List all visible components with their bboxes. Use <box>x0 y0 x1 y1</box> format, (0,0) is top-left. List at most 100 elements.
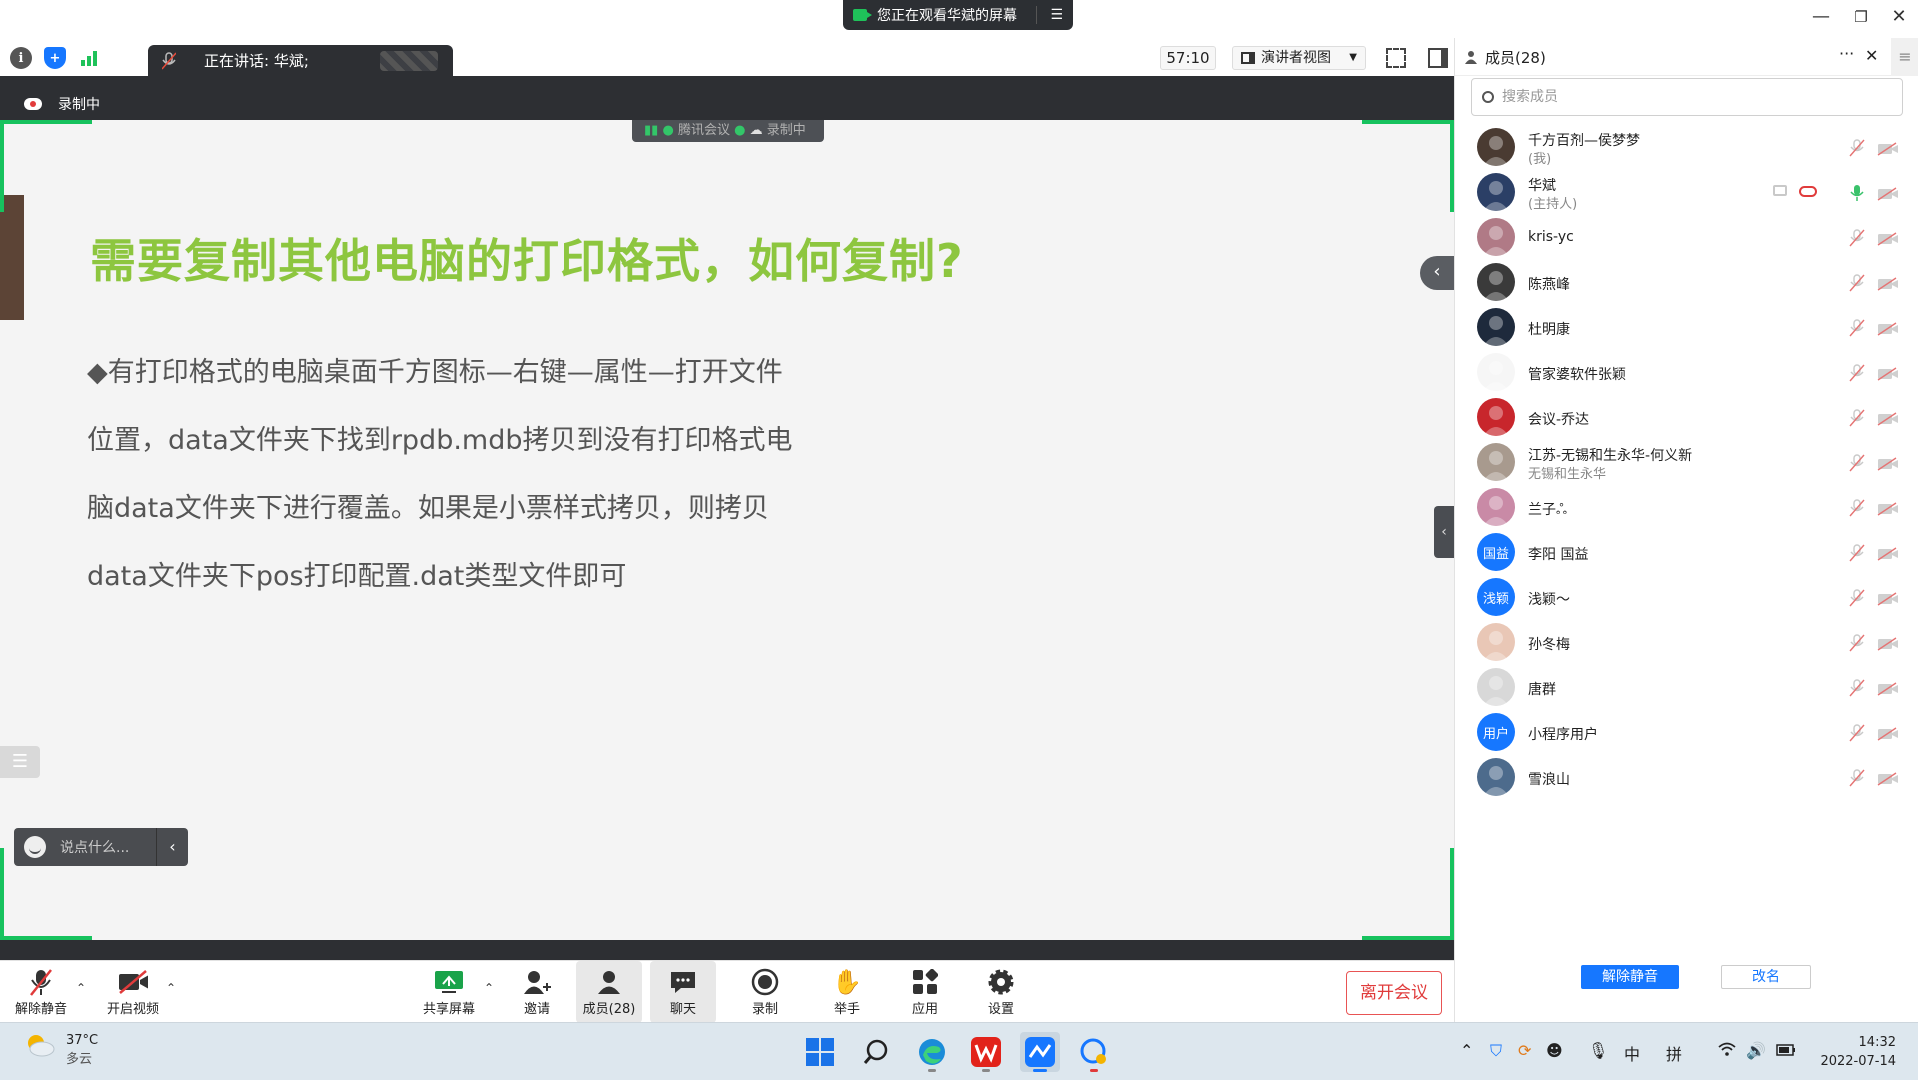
volume-icon[interactable]: 🔊 <box>1746 1041 1766 1060</box>
muted-mic-icon <box>26 968 56 996</box>
camera-off-icon[interactable] <box>1877 411 1899 426</box>
wps-office-icon[interactable] <box>966 1032 1006 1072</box>
sidebar-toggle-icon[interactable] <box>1428 48 1448 68</box>
close-panel-button[interactable]: ✕ <box>1865 46 1878 65</box>
tencent-meeting-icon[interactable] <box>1020 1032 1060 1072</box>
view-mode-dropdown[interactable]: 演讲者视图 ▼ <box>1232 46 1366 70</box>
mic-on-icon[interactable] <box>1849 184 1865 202</box>
mic-muted-icon[interactable] <box>1849 229 1865 247</box>
avatar <box>1477 668 1515 706</box>
start-menu-icon[interactable] <box>800 1032 840 1072</box>
mic-muted-icon[interactable] <box>1849 544 1865 562</box>
edge-browser-icon[interactable] <box>912 1032 952 1072</box>
security-tray-icon[interactable]: ⛉ <box>1490 1041 1502 1061</box>
apps-button[interactable]: 应用 <box>902 961 948 1023</box>
weather-widget[interactable]: 37°C 多云 <box>22 1033 98 1067</box>
camera-off-icon[interactable] <box>1877 546 1899 561</box>
camera-off-icon[interactable] <box>1877 636 1899 651</box>
microphone-tray-icon[interactable]: 🎙 <box>1588 1041 1608 1060</box>
wifi-icon[interactable] <box>1718 1041 1736 1060</box>
unmute-button[interactable]: 解除静音 <box>10 961 72 1023</box>
battery-icon[interactable] <box>1776 1041 1796 1060</box>
raise-hand-button[interactable]: ✋ 举手 <box>824 961 870 1023</box>
app-running-indicator <box>928 1069 936 1072</box>
sharing-screen-icon <box>1773 185 1787 196</box>
app-running-indicator <box>982 1069 990 1072</box>
share-options-chevron-icon[interactable]: ⌃ <box>484 981 494 995</box>
members-panel-header: 成员(28) ··· ✕ ≡ <box>1455 38 1918 76</box>
info-icon[interactable]: i <box>10 47 32 69</box>
member-name: kris-yc <box>1528 229 1574 245</box>
security-shield-icon[interactable]: + <box>44 47 66 69</box>
share-menu-icon[interactable]: ☰ <box>1050 7 1063 23</box>
mic-muted-icon[interactable] <box>1849 769 1865 787</box>
ime-language-indicator[interactable]: 中 <box>1624 1041 1640 1065</box>
badge-app-name: 腾讯会议 <box>677 123 730 138</box>
cloud-record-icon <box>24 98 42 110</box>
mic-muted-icon[interactable] <box>1849 634 1865 652</box>
signal-icon[interactable] <box>78 47 100 69</box>
collapse-video-button[interactable]: ‹ <box>1420 256 1454 290</box>
emoji-icon[interactable] <box>24 836 46 858</box>
mic-muted-icon[interactable] <box>1849 409 1865 427</box>
avatar: 用户 <box>1477 713 1515 751</box>
settings-button[interactable]: 设置 <box>978 961 1024 1023</box>
members-button[interactable]: 成员(28) <box>576 961 642 1023</box>
member-search-input[interactable]: 搜索成员 <box>1471 78 1903 116</box>
avatar <box>1477 758 1515 796</box>
restore-button[interactable]: ❐ <box>1846 8 1876 26</box>
camera-off-icon[interactable] <box>1877 456 1899 471</box>
camera-off-icon[interactable] <box>1877 141 1899 156</box>
badge-rec-label: 录制中 <box>766 123 806 138</box>
camera-off-icon[interactable] <box>1877 591 1899 606</box>
camera-off-icon[interactable] <box>1877 501 1899 516</box>
camera-off-icon[interactable] <box>1877 276 1899 291</box>
member-name: 唐群 <box>1528 682 1556 698</box>
leave-meeting-button[interactable]: 离开会议 <box>1346 971 1442 1015</box>
unmute-all-button[interactable]: 解除静音 <box>1581 965 1679 989</box>
video-options-chevron-icon[interactable]: ⌃ <box>166 981 176 995</box>
chevron-left-icon[interactable]: ‹ <box>156 828 188 866</box>
screen-share-notice[interactable]: 您正在观看华斌的屏幕 ☰ <box>843 0 1073 30</box>
camera-off-icon[interactable] <box>1877 726 1899 741</box>
ime-mode-indicator[interactable]: 拼 <box>1666 1041 1682 1065</box>
camera-off-icon[interactable] <box>1877 681 1899 696</box>
mic-muted-icon[interactable] <box>1849 319 1865 337</box>
search-icon[interactable] <box>856 1032 896 1072</box>
mic-muted-icon[interactable] <box>1849 139 1865 157</box>
qq-tray-icon[interactable]: ☻ <box>1546 1041 1563 1060</box>
list-menu-icon[interactable]: ☰ <box>0 746 40 778</box>
show-hidden-icons-chevron-icon[interactable]: ⌃ <box>1460 1041 1473 1060</box>
close-window-button[interactable]: ✕ <box>1884 6 1914 27</box>
mic-muted-icon[interactable] <box>1849 454 1865 472</box>
fullscreen-icon[interactable] <box>1386 48 1406 68</box>
mic-muted-icon[interactable] <box>1849 364 1865 382</box>
invite-button[interactable]: 邀请 <box>512 961 562 1023</box>
mic-muted-icon[interactable] <box>1849 679 1865 697</box>
mic-muted-icon[interactable] <box>1849 589 1865 607</box>
share-screen-button[interactable]: 共享屏幕 <box>418 961 480 1023</box>
camera-off-icon[interactable] <box>1877 366 1899 381</box>
member-name: 李阳 国益 <box>1528 547 1589 563</box>
minimize-button[interactable]: — <box>1806 6 1836 27</box>
chat-button[interactable]: 聊天 <box>650 961 716 1023</box>
more-options-icon[interactable]: ··· <box>1839 44 1854 63</box>
panel-menu-icon[interactable]: ≡ <box>1891 38 1918 76</box>
audio-options-chevron-icon[interactable]: ⌃ <box>76 981 86 995</box>
start-video-button[interactable]: 开启视频 <box>98 961 168 1023</box>
mic-muted-icon[interactable] <box>1849 499 1865 517</box>
member-row[interactable]: 雪浪山 <box>1455 751 1918 806</box>
chat-app-icon[interactable] <box>1074 1032 1114 1072</box>
system-clock[interactable]: 14:32 2022-07-14 <box>1816 1033 1896 1071</box>
camera-off-icon[interactable] <box>1877 321 1899 336</box>
mic-muted-icon[interactable] <box>1849 724 1865 742</box>
camera-off-icon[interactable] <box>1877 231 1899 246</box>
camera-off-icon[interactable] <box>1877 186 1899 201</box>
sync-tray-icon[interactable]: ⟳ <box>1518 1041 1531 1060</box>
record-button[interactable]: 录制 <box>742 961 788 1023</box>
camera-off-icon[interactable] <box>1877 771 1899 786</box>
quick-chat-input[interactable]: 说点什么... ‹ <box>14 828 188 866</box>
mic-muted-icon[interactable] <box>1849 274 1865 292</box>
rename-button[interactable]: 改名 <box>1721 965 1811 989</box>
panel-handle-button[interactable]: ‹ <box>1434 506 1454 558</box>
